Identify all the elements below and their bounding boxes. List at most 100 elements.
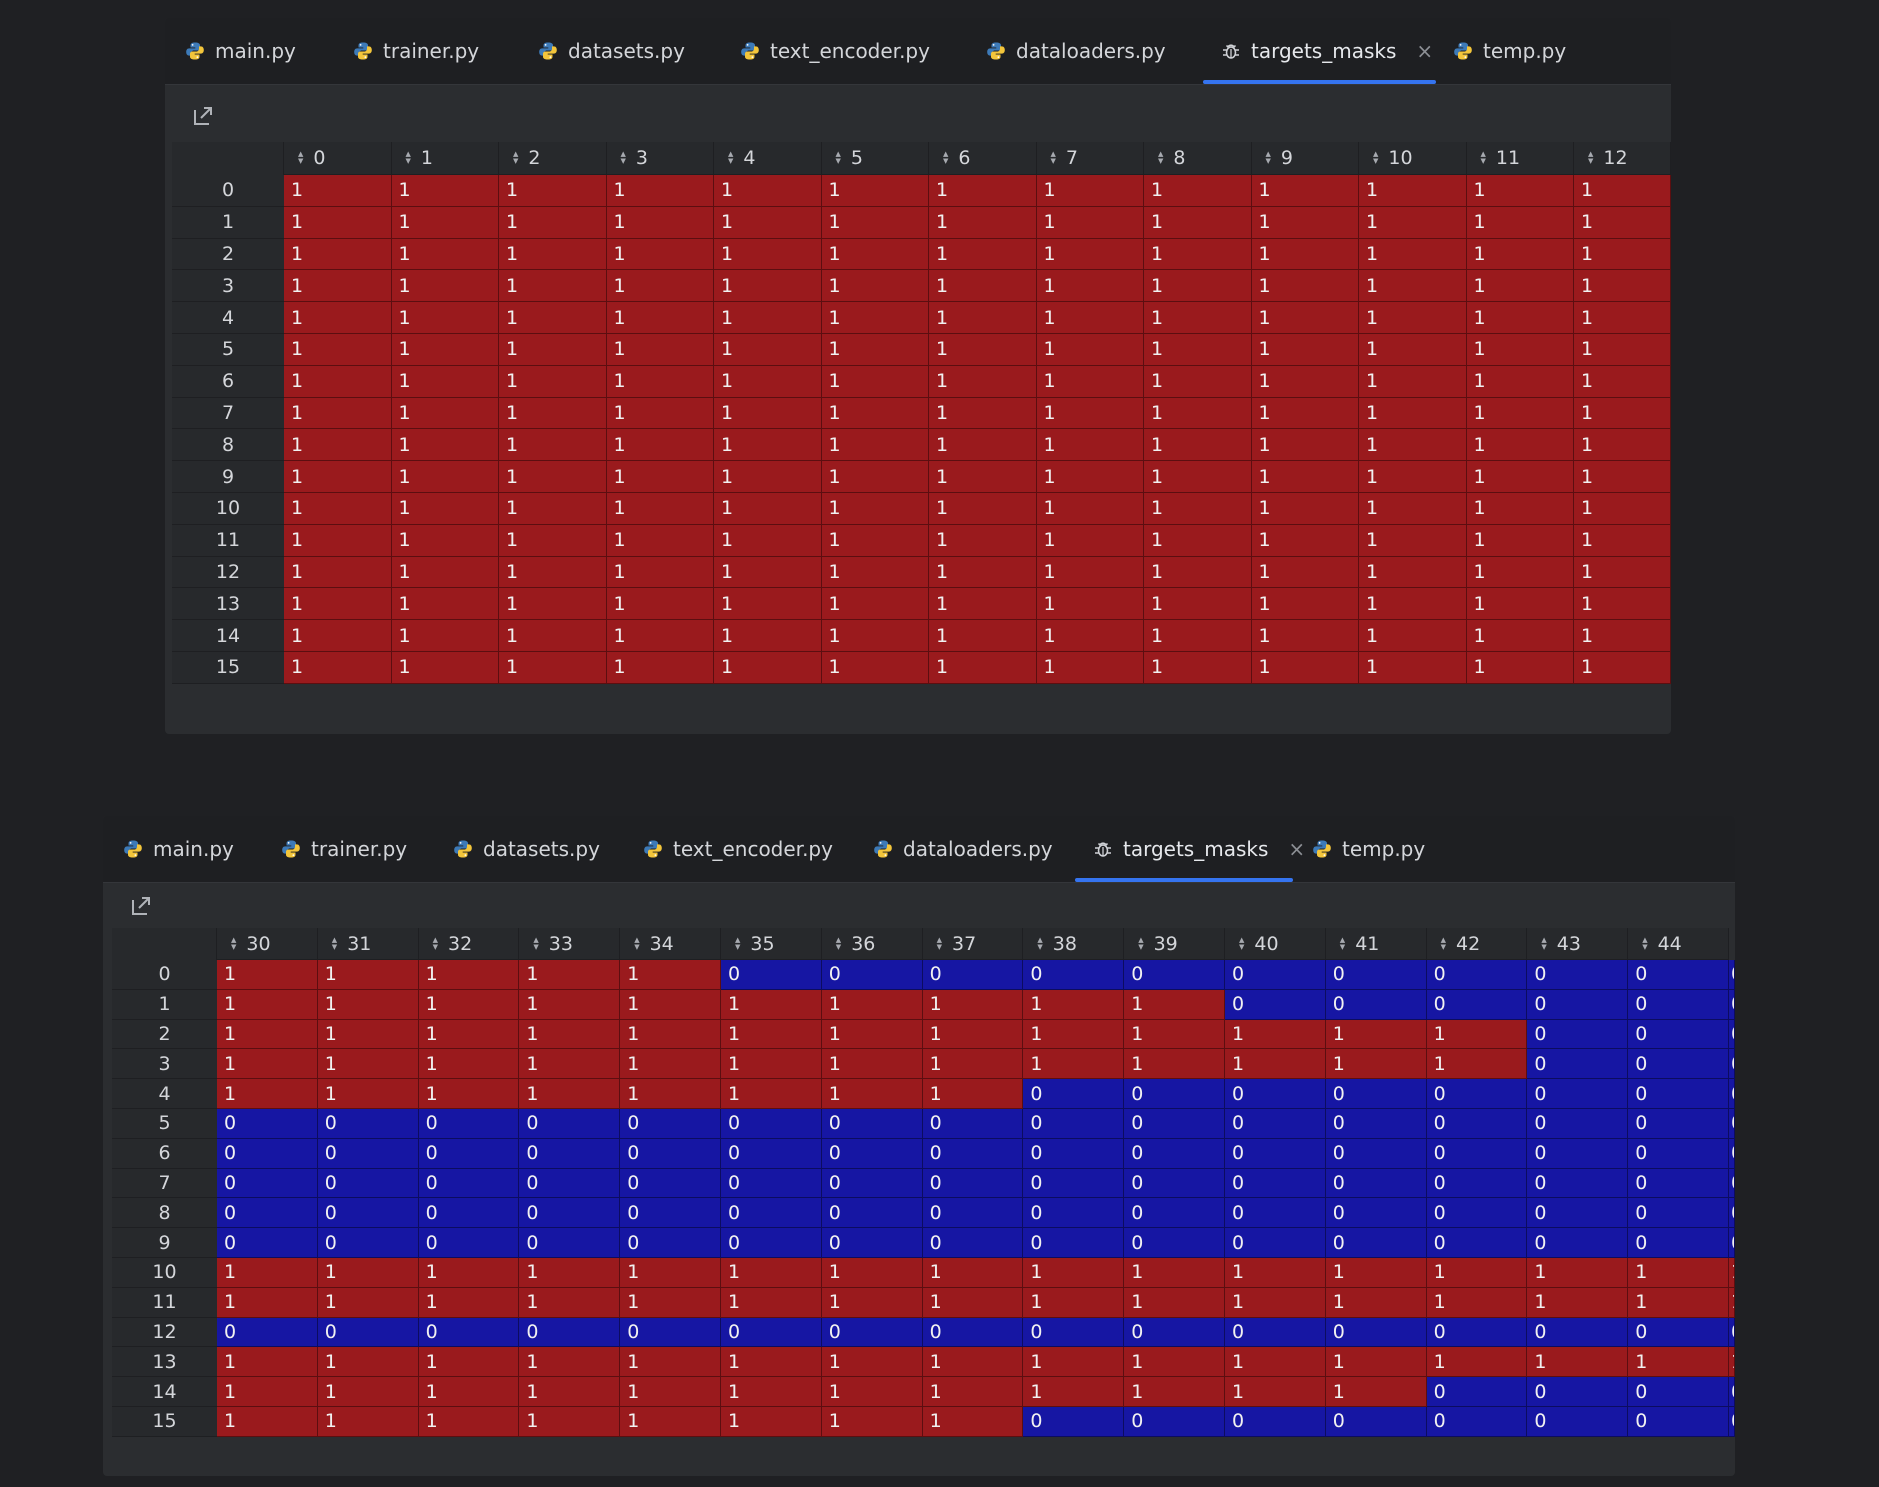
table-cell[interactable]: 0 xyxy=(1426,1228,1528,1258)
sort-icon[interactable]: ▲ ▼ xyxy=(406,151,411,165)
table-cell[interactable]: 1 xyxy=(391,461,499,493)
tab-targets-masks[interactable]: targets_masks × xyxy=(1203,18,1436,84)
column-header[interactable]: ▲ ▼ 31 xyxy=(317,928,419,960)
column-header[interactable]: ▲ ▼ 32 xyxy=(418,928,520,960)
row-header[interactable]: 6 xyxy=(172,365,284,398)
table-cell[interactable]: 1 xyxy=(317,1019,419,1050)
table-cell[interactable]: 1 xyxy=(606,334,714,366)
table-cell[interactable]: 1 xyxy=(1036,334,1144,366)
table-cell[interactable]: 1 xyxy=(391,620,499,652)
table-cell[interactable]: 0 xyxy=(922,1198,1024,1229)
table-cell[interactable]: 1 xyxy=(1466,206,1574,239)
table-cell[interactable]: 1 xyxy=(1144,238,1252,271)
table-cell[interactable]: 1 xyxy=(1426,1347,1528,1378)
table-cell[interactable]: 0 xyxy=(1023,1168,1125,1199)
table-cell[interactable]: 1 xyxy=(714,652,822,684)
table-cell[interactable]: 1 xyxy=(284,620,392,652)
table-cell[interactable]: 1 xyxy=(1574,652,1671,684)
table-cell[interactable]: 1 xyxy=(606,365,714,398)
table-cell[interactable]: 1 xyxy=(1023,1347,1125,1378)
table-cell[interactable]: 0 xyxy=(1628,1109,1729,1139)
table-cell-partial[interactable]: 0 xyxy=(1729,1109,1735,1139)
table-cell[interactable]: 1 xyxy=(620,1347,721,1378)
row-header[interactable]: 4 xyxy=(112,1079,217,1109)
table-cell[interactable]: 1 xyxy=(620,1019,721,1050)
table-cell[interactable]: 1 xyxy=(519,1049,621,1080)
table-cell[interactable]: 1 xyxy=(1124,1347,1225,1378)
table-cell[interactable]: 0 xyxy=(1426,960,1528,990)
table-cell[interactable]: 0 xyxy=(1426,989,1528,1020)
table-cell[interactable]: 1 xyxy=(714,493,822,525)
table-cell[interactable]: 1 xyxy=(1359,556,1467,589)
table-cell[interactable]: 1 xyxy=(1251,429,1359,462)
table-cell[interactable]: 0 xyxy=(418,1109,520,1139)
table-cell[interactable]: 1 xyxy=(418,989,520,1020)
table-cell[interactable]: 0 xyxy=(1225,1168,1326,1199)
table-cell[interactable]: 1 xyxy=(1144,206,1252,239)
table-cell[interactable]: 0 xyxy=(1023,1079,1125,1109)
table-cell[interactable]: 1 xyxy=(714,397,822,430)
table-cell[interactable]: 1 xyxy=(1359,175,1467,207)
table-cell[interactable]: 1 xyxy=(1466,175,1574,207)
row-header[interactable]: 14 xyxy=(112,1377,217,1407)
table-cell[interactable]: 1 xyxy=(1466,588,1574,621)
sort-icon[interactable]: ▲ ▼ xyxy=(298,151,303,165)
table-cell[interactable]: 1 xyxy=(1036,524,1144,557)
table-cell[interactable]: 1 xyxy=(714,365,822,398)
table-cell[interactable]: 1 xyxy=(606,652,714,684)
table-cell[interactable]: 1 xyxy=(284,302,392,334)
table-cell[interactable]: 0 xyxy=(418,1168,520,1199)
table-cell[interactable]: 0 xyxy=(821,1317,923,1348)
table-cell[interactable]: 1 xyxy=(1426,1258,1528,1288)
table-cell[interactable]: 1 xyxy=(1466,556,1574,589)
table-cell[interactable]: 0 xyxy=(1628,1049,1729,1080)
table-cell[interactable]: 1 xyxy=(499,334,607,366)
table-cell[interactable]: 0 xyxy=(217,1317,318,1348)
table-cell[interactable]: 0 xyxy=(519,1109,621,1139)
table-cell[interactable]: 0 xyxy=(922,960,1024,990)
table-cell[interactable]: 1 xyxy=(821,1049,923,1080)
table-cell[interactable]: 1 xyxy=(418,1019,520,1050)
column-header[interactable]: ▲ ▼ 0 xyxy=(284,142,392,175)
table-cell[interactable]: 1 xyxy=(714,461,822,493)
table-cell[interactable]: 1 xyxy=(620,1287,721,1318)
table-cell[interactable]: 1 xyxy=(391,334,499,366)
table-cell[interactable]: 0 xyxy=(1023,960,1125,990)
table-cell[interactable]: 1 xyxy=(620,1049,721,1080)
table-cell[interactable]: 0 xyxy=(721,1198,822,1229)
row-header[interactable]: 11 xyxy=(112,1287,217,1318)
table-cell[interactable]: 1 xyxy=(418,1079,520,1109)
table-cell[interactable]: 1 xyxy=(1124,1287,1225,1318)
table-cell[interactable]: 1 xyxy=(606,556,714,589)
table-cell-partial[interactable]: 0 xyxy=(1729,960,1735,990)
table-cell[interactable]: 1 xyxy=(1359,588,1467,621)
table-cell[interactable]: 0 xyxy=(1023,1407,1125,1437)
table-cell[interactable]: 0 xyxy=(317,1198,419,1229)
table-cell[interactable]: 1 xyxy=(606,461,714,493)
tab-main-py[interactable]: main.py xyxy=(123,816,234,882)
table-cell[interactable]: 1 xyxy=(606,620,714,652)
table-cell[interactable]: 0 xyxy=(922,1228,1024,1258)
table-cell[interactable]: 1 xyxy=(317,1377,419,1407)
table-cell[interactable]: 1 xyxy=(922,1258,1024,1288)
table-cell[interactable]: 1 xyxy=(391,270,499,303)
column-header[interactable]: ▲ ▼ 37 xyxy=(922,928,1024,960)
table-cell[interactable]: 0 xyxy=(1527,1079,1629,1109)
table-cell[interactable]: 1 xyxy=(929,270,1037,303)
sort-icon[interactable]: ▲ ▼ xyxy=(1037,936,1042,951)
sort-icon[interactable]: ▲ ▼ xyxy=(728,151,733,165)
table-cell[interactable]: 1 xyxy=(519,960,621,990)
table-cell[interactable]: 1 xyxy=(1359,365,1467,398)
table-cell[interactable]: 1 xyxy=(1036,175,1144,207)
table-cell[interactable]: 1 xyxy=(1023,1377,1125,1407)
table-cell[interactable]: 1 xyxy=(1251,175,1359,207)
table-cell[interactable]: 1 xyxy=(1574,270,1671,303)
table-cell[interactable]: 1 xyxy=(1144,524,1252,557)
table-cell[interactable]: 1 xyxy=(499,588,607,621)
table-cell[interactable]: 1 xyxy=(821,1019,923,1050)
table-cell[interactable]: 0 xyxy=(620,1228,721,1258)
table-cell[interactable]: 1 xyxy=(217,1258,318,1288)
tab-datasets-py[interactable]: datasets.py xyxy=(453,816,600,882)
table-cell[interactable]: 1 xyxy=(1251,556,1359,589)
table-cell[interactable]: 0 xyxy=(1527,1377,1629,1407)
